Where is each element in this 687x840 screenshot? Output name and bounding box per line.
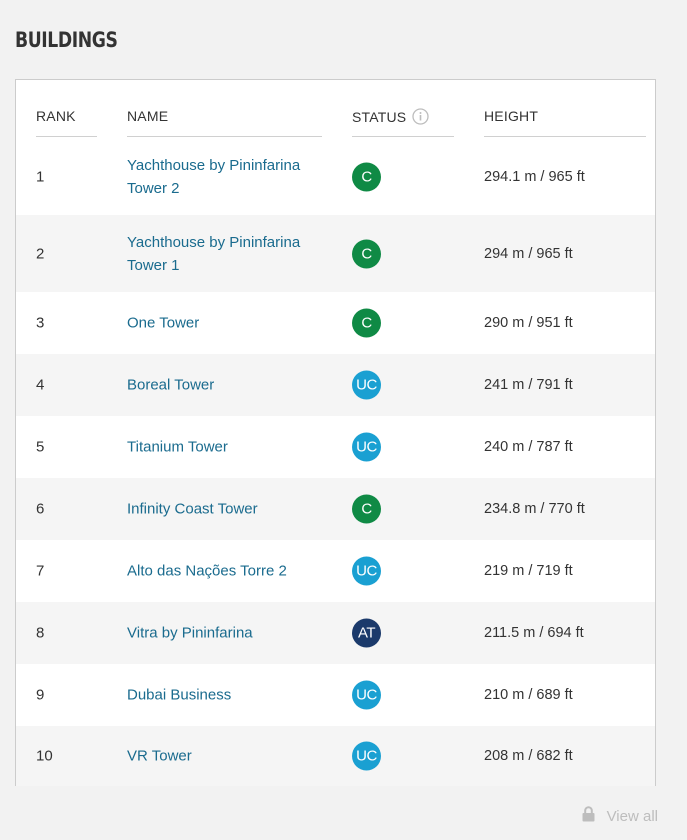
header-rank[interactable]: RANK: [36, 108, 76, 124]
table-row: 6 Infinity Coast Tower C 234.8 m / 770 ft: [16, 478, 655, 540]
section-title: BUILDINGS: [15, 28, 118, 52]
status-badge: UC: [352, 432, 381, 462]
header-status-label: STATUS: [352, 109, 407, 125]
row-rank: 2: [36, 245, 45, 262]
row-rank: 1: [36, 168, 45, 185]
row-rank: 6: [36, 500, 45, 518]
view-all-link[interactable]: View all: [582, 806, 658, 826]
row-height: 290 m / 951 ft: [484, 315, 573, 331]
status-badge: UC: [352, 741, 381, 771]
row-rank: 7: [36, 562, 45, 580]
row-height: 219 m / 719 ft: [484, 563, 573, 579]
building-name-link[interactable]: Alto das Nações Torre 2: [127, 560, 337, 583]
building-name-link[interactable]: Yachthouse by Pininfarina Tower 2: [127, 154, 337, 200]
row-height: 234.8 m / 770 ft: [484, 501, 585, 517]
status-badge: UC: [352, 370, 381, 400]
header-divider: [127, 136, 322, 137]
table-row: 7 Alto das Nações Torre 2 UC 219 m / 719 ft: [16, 540, 655, 602]
building-name-link[interactable]: One Tower: [127, 312, 337, 335]
status-badge: UC: [352, 680, 381, 710]
row-rank: 9: [36, 686, 45, 704]
row-height: 210 m / 689 ft: [484, 687, 573, 703]
view-all-label: View all: [606, 807, 658, 825]
table-header: RANK NAME STATUS HEIGHT: [16, 80, 655, 138]
status-badge: C: [352, 162, 381, 191]
row-height: 241 m / 791 ft: [484, 377, 573, 393]
building-name-link[interactable]: VR Tower: [127, 745, 337, 768]
row-height: 294.1 m / 965 ft: [484, 168, 585, 185]
header-name[interactable]: NAME: [127, 108, 168, 124]
building-name-link[interactable]: Infinity Coast Tower: [127, 498, 337, 521]
table-row: 3 One Tower C 290 m / 951 ft: [16, 292, 655, 354]
table-row: 2 Yachthouse by Pininfarina Tower 1 C 294 m…: [16, 215, 655, 292]
header-status[interactable]: STATUS: [352, 108, 430, 128]
row-height: 208 m / 682 ft: [484, 748, 573, 764]
status-badge: C: [352, 308, 381, 338]
status-badge: C: [352, 239, 381, 268]
info-circle-icon[interactable]: [412, 108, 430, 128]
row-height: 240 m / 787 ft: [484, 439, 573, 455]
building-name-link[interactable]: Titanium Tower: [127, 436, 337, 459]
building-name-link[interactable]: Yachthouse by Pininfarina Tower 1: [127, 231, 337, 277]
status-badge: AT: [352, 618, 381, 648]
row-rank: 4: [36, 376, 45, 394]
buildings-table: RANK NAME STATUS HEIGHT 1 Yachthouse by P…: [15, 79, 656, 786]
table-row: 9 Dubai Business UC 210 m / 689 ft: [16, 664, 655, 726]
status-badge: UC: [352, 556, 381, 586]
building-name-link[interactable]: Dubai Business: [127, 684, 337, 707]
header-divider: [352, 136, 454, 137]
building-name-link[interactable]: Boreal Tower: [127, 374, 337, 397]
table-row: 5 Titanium Tower UC 240 m / 787 ft: [16, 416, 655, 478]
header-height[interactable]: HEIGHT: [484, 108, 538, 124]
table-row: 1 Yachthouse by Pininfarina Tower 2 C 294.1…: [16, 138, 655, 215]
lock-icon: [582, 806, 595, 826]
table-row: 8 Vitra by Pininfarina AT 211.5 m / 694 ft: [16, 602, 655, 664]
status-badge: C: [352, 494, 381, 524]
row-rank: 10: [36, 747, 53, 765]
header-divider: [484, 136, 646, 137]
table-row: 10 VR Tower UC 208 m / 682 ft: [16, 726, 655, 786]
row-rank: 3: [36, 314, 45, 332]
row-height: 211.5 m / 694 ft: [484, 625, 584, 641]
building-name-link[interactable]: Vitra by Pininfarina: [127, 622, 337, 645]
row-rank: 5: [36, 438, 45, 456]
row-height: 294 m / 965 ft: [484, 245, 573, 262]
row-rank: 8: [36, 624, 45, 642]
table-row: 4 Boreal Tower UC 241 m / 791 ft: [16, 354, 655, 416]
header-divider: [36, 136, 97, 137]
